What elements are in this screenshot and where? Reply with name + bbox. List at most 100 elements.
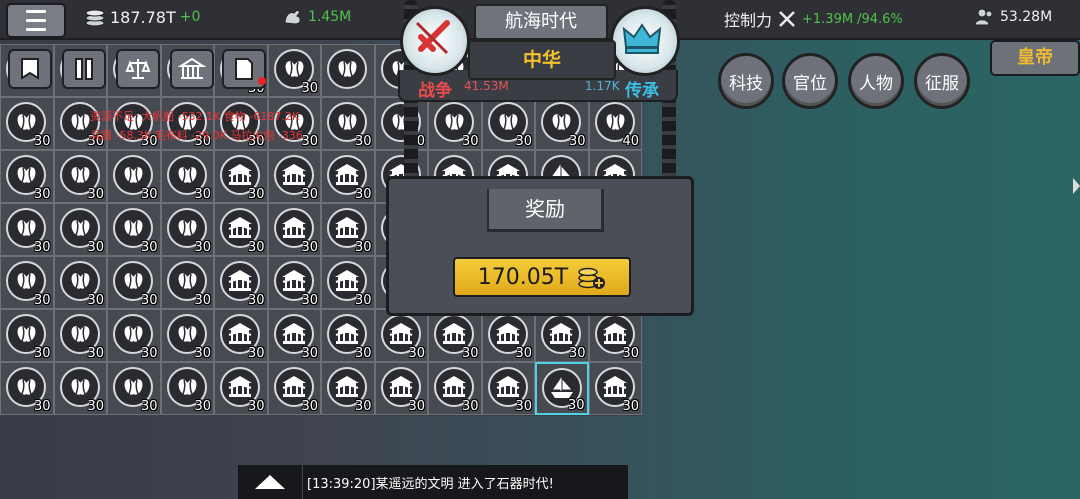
grid-tile[interactable]: 30 [53, 309, 107, 362]
grid-tile[interactable]: 30 [160, 203, 214, 256]
arrow-up-icon [255, 475, 285, 489]
tile-level: 30 [354, 293, 372, 308]
tile-level: 30 [140, 293, 158, 308]
grid-tile[interactable]: 30 [588, 362, 642, 415]
tile-level: 30 [87, 240, 104, 255]
grid-tile[interactable]: 30 [267, 362, 321, 415]
grid-tile[interactable]: 30 [214, 150, 268, 203]
heritage-button[interactable] [610, 6, 680, 76]
tile-level: 30 [461, 134, 479, 149]
population-stat: 53.28M [974, 7, 1052, 27]
sword-icon [415, 20, 450, 55]
document-button[interactable] [222, 49, 266, 89]
grid-tile[interactable]: 30 [267, 150, 321, 203]
grid-tile[interactable]: 30 [0, 256, 54, 309]
grid-tile[interactable]: 30 [535, 362, 589, 415]
tile-level: 30 [301, 134, 318, 149]
tile-level: 30 [33, 240, 51, 255]
grid-tile[interactable]: 30 [160, 256, 214, 309]
coins-plus-icon [578, 267, 606, 289]
grid-tile[interactable]: 30 [0, 150, 54, 203]
tile-level: 30 [354, 346, 372, 361]
grid-tile[interactable]: 30 [0, 97, 54, 150]
grid-tile[interactable]: 30 [321, 309, 375, 362]
grid-tile[interactable]: 30 [321, 97, 375, 150]
grid-tile[interactable]: 30 [53, 256, 107, 309]
banner-icon [21, 58, 39, 80]
tile-level: 30 [301, 346, 318, 361]
grid-tile[interactable]: 30 [107, 256, 161, 309]
people-button[interactable]: 人物 [848, 53, 904, 109]
pause-button[interactable] [62, 49, 106, 89]
grid-tile[interactable]: 30 [107, 362, 161, 415]
grid-tile[interactable]: 30 [321, 362, 375, 415]
grid-tile[interactable]: 30 [53, 203, 107, 256]
grid-tile[interactable]: 30 [0, 309, 54, 362]
control-percent: /94.6% [857, 11, 903, 27]
grid-tile[interactable]: 30 [535, 309, 589, 362]
office-button[interactable]: 官位 [782, 53, 838, 109]
grid-tile[interactable]: 30 [428, 362, 482, 415]
conquer-button[interactable]: 征服 [914, 53, 970, 109]
grid-tile[interactable]: 30 [481, 309, 535, 362]
grid-tile[interactable]: 30 [321, 150, 375, 203]
tile-level: 30 [140, 240, 158, 255]
tile-level: 30 [87, 346, 104, 361]
grid-tile[interactable]: 30 [374, 362, 428, 415]
tile-level: 30 [194, 399, 211, 414]
grid-tile[interactable]: 30 [214, 203, 268, 256]
grid-tile[interactable]: 30 [481, 362, 535, 415]
war-button[interactable] [400, 6, 470, 76]
grid-tile[interactable]: 30 [160, 150, 214, 203]
grid-tile[interactable]: 30 [428, 97, 482, 150]
tile-level: 30 [354, 134, 372, 149]
strength-stat: 1.45M [282, 7, 351, 27]
tile-level: 30 [354, 187, 372, 202]
grid-tile[interactable]: 40 [588, 97, 642, 150]
side-panel-arrow-icon[interactable] [1073, 178, 1080, 194]
balance-button[interactable] [116, 49, 160, 89]
grid-tile[interactable]: 30 [267, 44, 321, 97]
government-button[interactable] [170, 49, 214, 89]
tile-level: 30 [301, 187, 318, 202]
tile-level: 30 [33, 187, 51, 202]
grid-tile[interactable]: 30 [160, 362, 214, 415]
grid-tile[interactable]: 30 [321, 203, 375, 256]
grid-tile[interactable]: 30 [481, 97, 535, 150]
tile-level: 30 [247, 240, 265, 255]
grid-tile[interactable]: 30 [267, 256, 321, 309]
grid-tile[interactable]: 30 [0, 203, 54, 256]
grid-tile[interactable]: 30 [214, 256, 268, 309]
grid-tile[interactable]: 30 [160, 309, 214, 362]
strength-value: 1.45M [308, 9, 352, 25]
grid-tile[interactable]: 30 [214, 362, 268, 415]
tile-level: 30 [194, 187, 211, 202]
tile-level: 30 [87, 399, 104, 414]
log-expand-button[interactable] [238, 465, 303, 499]
grid-tile[interactable] [321, 44, 375, 97]
grid-tile[interactable]: 30 [267, 203, 321, 256]
grid-tile[interactable]: 30 [107, 203, 161, 256]
grid-tile[interactable]: 30 [374, 309, 428, 362]
grid-tile[interactable]: 30 [321, 256, 375, 309]
grid-tile[interactable]: 30 [588, 309, 642, 362]
menu-button[interactable] [6, 3, 66, 38]
reward-amount: 170.05T [477, 264, 569, 290]
grid-tile[interactable]: 30 [107, 150, 161, 203]
grid-tile[interactable]: 30 [535, 97, 589, 150]
grid-tile[interactable]: 30 [0, 362, 54, 415]
grid-tile[interactable]: 30 [267, 309, 321, 362]
emperor-button[interactable]: 皇帝 [990, 40, 1080, 76]
pause-icon [75, 58, 93, 80]
tech-button[interactable]: 科技 [718, 53, 774, 109]
control-stat: 控制力 +1.39M /94.6% [724, 7, 903, 31]
grid-tile[interactable]: 30 [107, 309, 161, 362]
grid-tile[interactable]: 30 [53, 150, 107, 203]
grid-tile[interactable]: 30 [374, 97, 428, 150]
tile-level: 30 [140, 399, 158, 414]
grid-tile[interactable]: 30 [428, 309, 482, 362]
grid-tile[interactable]: 30 [214, 309, 268, 362]
banner-button[interactable] [8, 49, 52, 89]
grid-tile[interactable]: 30 [53, 362, 107, 415]
claim-reward-button[interactable]: 170.05T [453, 257, 631, 297]
